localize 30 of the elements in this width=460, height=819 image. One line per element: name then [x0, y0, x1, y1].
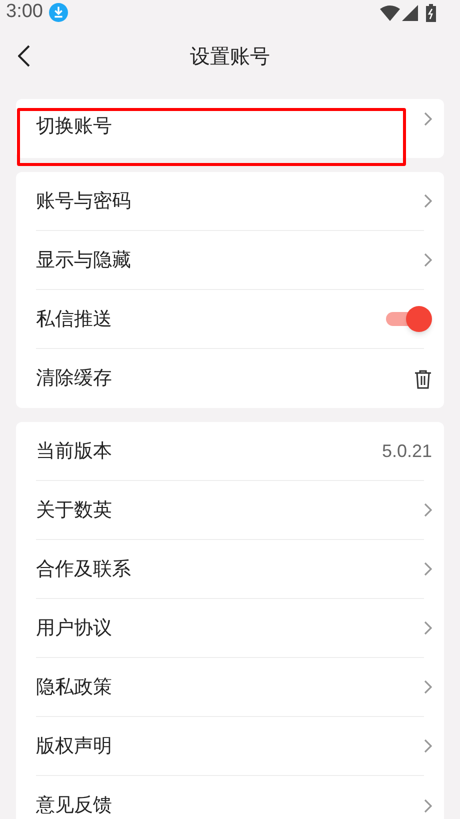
chevron-icon — [424, 621, 432, 635]
setting-label[interactable]: 隐私政策 — [36, 672, 112, 702]
setting-label[interactable]: 显示与隐藏 — [36, 246, 131, 274]
setting-label[interactable]: 切换账号 — [36, 112, 112, 140]
download-icon — [48, 3, 68, 22]
chevron-icon — [424, 112, 432, 126]
chevron-icon — [424, 194, 432, 208]
setting-label[interactable]: 当前版本 — [36, 436, 112, 466]
chevron-icon — [424, 739, 432, 753]
wifi-icon — [380, 4, 400, 20]
chevron-icon — [424, 798, 432, 812]
setting-label[interactable]: 版权声明 — [36, 732, 112, 760]
setting-label[interactable]: 意见反馈 — [36, 791, 112, 819]
setting-label[interactable]: 用户协议 — [36, 614, 112, 642]
setting-label[interactable]: 关于数英 — [36, 496, 112, 524]
chevron-icon — [424, 680, 432, 694]
setting-label[interactable]: 清除缓存 — [36, 364, 112, 393]
setting-label[interactable]: 合作及联系 — [36, 554, 131, 584]
trash-icon[interactable] — [414, 368, 432, 388]
chevron-icon — [424, 562, 432, 576]
version-value: 5.0.21 — [382, 440, 432, 462]
battery-icon — [426, 4, 436, 22]
page-title: 设置账号 — [190, 43, 270, 70]
chevron-icon — [424, 253, 432, 267]
setting-label[interactable]: 私信推送 — [36, 304, 112, 334]
setting-label[interactable]: 账号与密码 — [36, 186, 131, 216]
toggle-switch[interactable] — [384, 306, 432, 332]
chevron-icon — [424, 503, 432, 517]
status-time: 3:00 — [6, 0, 43, 24]
signal-icon — [402, 4, 418, 20]
